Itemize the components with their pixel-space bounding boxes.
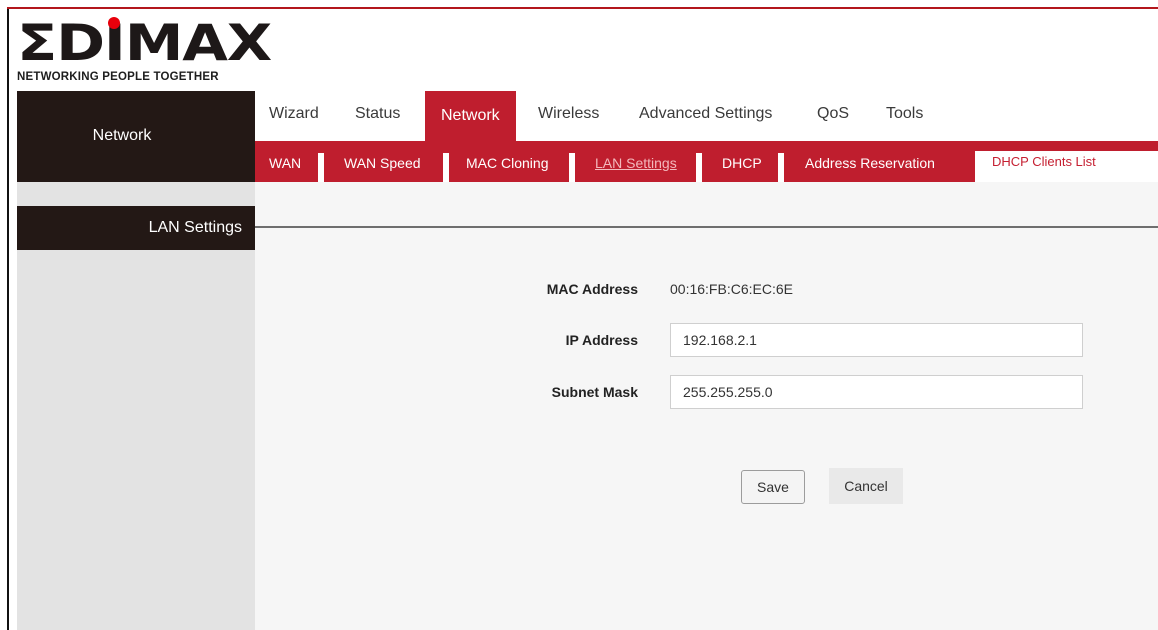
tab-wireless[interactable]: Wireless [538, 105, 599, 123]
subnav-address-reservation[interactable]: Address Reservation [805, 141, 935, 182]
subnet-mask-input[interactable] [670, 375, 1083, 409]
subnav-wan-speed[interactable]: WAN Speed [344, 141, 421, 182]
subnav-dhcp-clients-list[interactable]: DHCP Clients List [970, 151, 1158, 182]
tab-network[interactable]: Network [425, 91, 516, 141]
subnav-separator [318, 153, 324, 182]
cancel-button[interactable]: Cancel [829, 468, 903, 504]
subnav-separator [443, 153, 449, 182]
subnav-mac-cloning[interactable]: MAC Cloning [466, 141, 548, 182]
left-border [7, 9, 9, 630]
subnav-separator [696, 153, 702, 182]
sub-navigation: WAN WAN Speed MAC Cloning LAN Settings D… [255, 141, 1158, 182]
logo-dot [108, 17, 120, 29]
subnet-mask-label: Subnet Mask [551, 384, 638, 400]
tab-tools[interactable]: Tools [886, 105, 923, 123]
tab-advanced-settings[interactable]: Advanced Settings [639, 105, 772, 123]
section-divider [255, 226, 1158, 228]
ip-address-input[interactable] [670, 323, 1083, 357]
mac-address-label: MAC Address [546, 281, 638, 297]
tab-wizard[interactable]: Wizard [269, 105, 319, 123]
top-navigation: Wizard Status Network Wireless Advanced … [255, 91, 1158, 141]
save-button[interactable]: Save [741, 470, 805, 504]
ip-address-label: IP Address [565, 332, 638, 348]
subnav-wan[interactable]: WAN [269, 141, 301, 182]
sidebar-header: Network [17, 91, 255, 182]
subnav-separator [970, 151, 975, 182]
subnav-lan-settings[interactable]: LAN Settings [595, 141, 677, 182]
edimax-logo: ΣDIMAX NETWORKING PEOPLE TOGETHER [17, 17, 272, 88]
subnav-dhcp[interactable]: DHCP [722, 141, 762, 182]
subnav-separator [778, 153, 784, 182]
subnav-dhcp-clients-list-label: DHCP Clients List [992, 154, 1096, 169]
tab-qos[interactable]: QoS [817, 105, 849, 123]
tab-status[interactable]: Status [355, 105, 400, 123]
logo-wordmark: ΣDIMAX [17, 14, 272, 72]
subnav-separator [569, 153, 575, 182]
mac-address-value: 00:16:FB:C6:EC:6E [670, 281, 793, 297]
sidebar-current-label: LAN Settings [148, 219, 242, 236]
top-border [7, 7, 1158, 9]
sidebar-current-page: LAN Settings [17, 206, 255, 250]
logo-tagline: NETWORKING PEOPLE TOGETHER [17, 71, 219, 83]
sidebar-section-title: Network [92, 127, 152, 144]
